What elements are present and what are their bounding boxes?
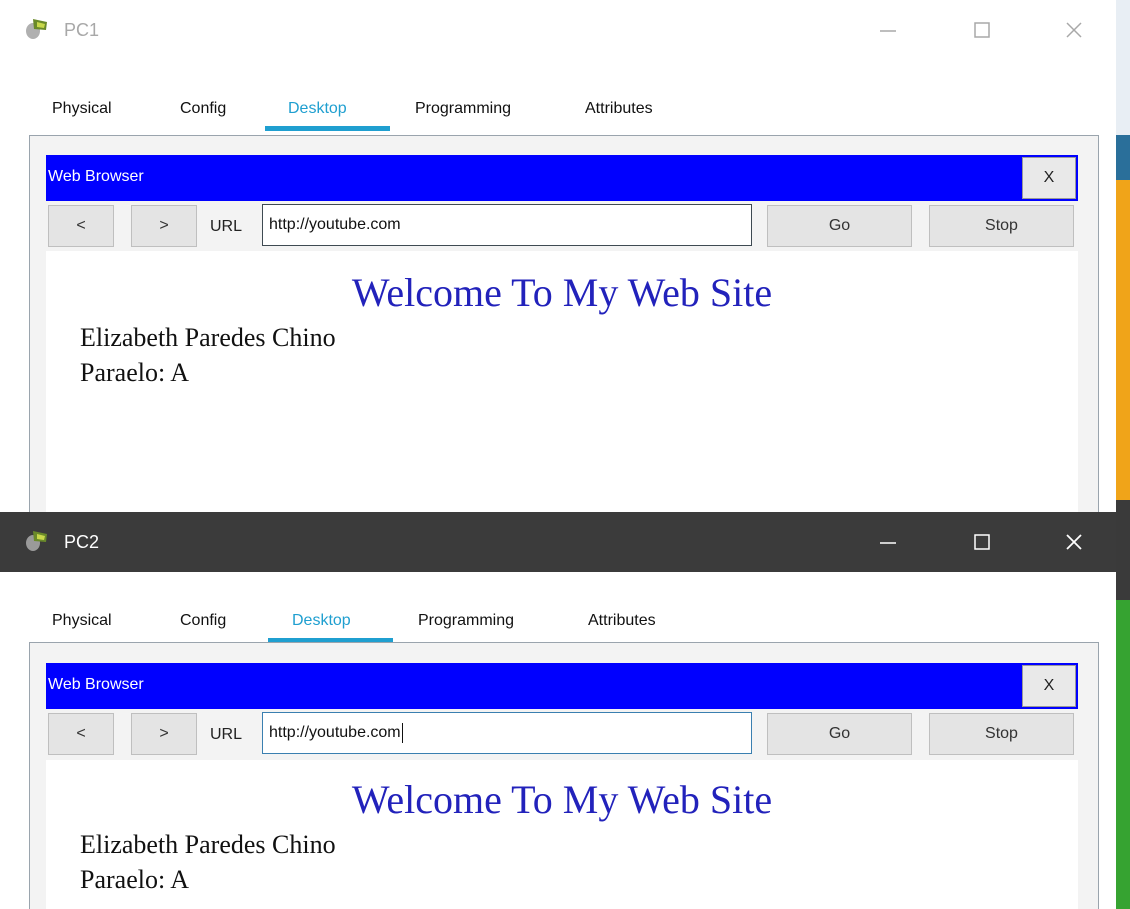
url-input[interactable]: http://youtube.com: [262, 204, 752, 246]
url-label: URL: [210, 726, 243, 743]
text-caret: [401, 722, 403, 743]
active-tab-indicator: [265, 126, 390, 131]
url-value: http://youtube.com: [269, 724, 401, 741]
page-heading: Welcome To My Web Site: [351, 777, 773, 822]
close-window-button[interactable]: [1054, 524, 1094, 560]
go-button[interactable]: Go: [767, 205, 912, 247]
close-icon: [1066, 534, 1082, 550]
page-author-name: Elizabeth Paredes Chino: [80, 830, 336, 859]
desktop-panel: Web Browser X < > URL http://youtube.com…: [29, 642, 1099, 909]
back-button[interactable]: <: [48, 713, 114, 755]
web-browser-title: Web Browser: [48, 168, 144, 185]
title-bar: PC1: [0, 0, 1116, 60]
url-value: http://youtube.com: [269, 216, 401, 233]
pc2-window: PC2 Physical Config Desktop Programming …: [0, 512, 1116, 909]
pc1-window: PC1 Physical Config Desktop Programming …: [0, 0, 1116, 512]
background-app-strip: [1116, 135, 1130, 180]
web-browser-header: Web Browser X: [46, 663, 1078, 709]
forward-button[interactable]: >: [131, 205, 197, 247]
desktop-panel: Web Browser X < > URL http://youtube.com…: [29, 135, 1099, 512]
pc-app-icon: [26, 19, 47, 39]
page-heading: Welcome To My Web Site: [351, 270, 773, 315]
window-title: PC1: [64, 20, 100, 40]
tab-programming[interactable]: Programming: [418, 612, 514, 630]
web-browser-close-button[interactable]: X: [1022, 157, 1076, 199]
background-app-strip: [1116, 600, 1130, 909]
web-browser-close-button[interactable]: X: [1022, 665, 1076, 707]
tab-bar: Physical Config Desktop Programming Attr…: [0, 90, 1116, 131]
maximize-icon: [974, 534, 990, 550]
tab-programming[interactable]: Programming: [415, 100, 511, 118]
maximize-button[interactable]: [962, 12, 1002, 48]
tab-desktop[interactable]: Desktop: [288, 100, 347, 118]
web-page-content: Welcome To My Web Site Elizabeth Paredes…: [46, 251, 1078, 512]
pc-app-icon: [26, 531, 47, 551]
stop-button[interactable]: Stop: [929, 205, 1074, 247]
maximize-icon: [974, 22, 990, 38]
minimize-icon: [880, 542, 896, 544]
tab-config[interactable]: Config: [180, 612, 226, 630]
page-author-name: Elizabeth Paredes Chino: [80, 323, 336, 352]
close-icon: [1066, 22, 1082, 38]
title-bar: PC2: [0, 512, 1116, 572]
background-app-strip: [1116, 0, 1130, 135]
url-input[interactable]: http://youtube.com: [262, 712, 752, 754]
maximize-button[interactable]: [962, 524, 1002, 560]
window-title: PC2: [64, 532, 100, 552]
tab-attributes[interactable]: Attributes: [588, 612, 656, 630]
url-label: URL: [210, 218, 243, 235]
close-window-button[interactable]: [1054, 12, 1094, 48]
browser-nav-bar: < > URL http://youtube.com Go Stop: [46, 711, 1078, 761]
minimize-button[interactable]: [868, 12, 908, 48]
web-page-content: Welcome To My Web Site Elizabeth Paredes…: [46, 760, 1078, 909]
minimize-icon: [880, 30, 896, 32]
tab-config[interactable]: Config: [180, 100, 226, 118]
tab-bar: Physical Config Desktop Programming Attr…: [0, 602, 1116, 643]
background-app-strip: [1116, 500, 1130, 600]
page-paralelo: Paraelo: A: [80, 865, 190, 894]
back-button[interactable]: <: [48, 205, 114, 247]
tab-physical[interactable]: Physical: [52, 612, 112, 630]
tab-desktop[interactable]: Desktop: [292, 612, 351, 630]
minimize-button[interactable]: [868, 524, 908, 560]
tab-attributes[interactable]: Attributes: [585, 100, 653, 118]
page-paralelo: Paraelo: A: [80, 358, 190, 387]
web-browser-title: Web Browser: [48, 676, 144, 693]
web-browser-header: Web Browser X: [46, 155, 1078, 201]
background-app-strip: [1116, 180, 1130, 500]
forward-button[interactable]: >: [131, 713, 197, 755]
go-button[interactable]: Go: [767, 713, 912, 755]
tab-physical[interactable]: Physical: [52, 100, 112, 118]
stop-button[interactable]: Stop: [929, 713, 1074, 755]
browser-nav-bar: < > URL http://youtube.com Go Stop: [46, 203, 1078, 253]
